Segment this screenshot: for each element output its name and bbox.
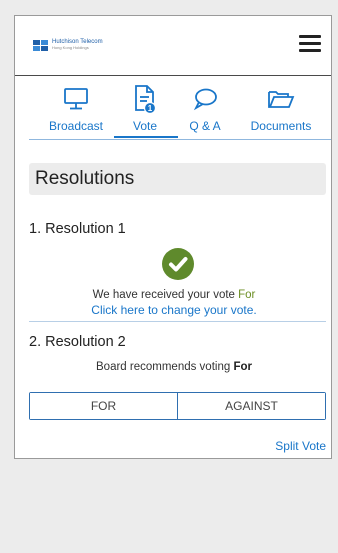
logo-line2: Hong Kong Holdings <box>52 45 89 50</box>
split-vote-link[interactable]: Split Vote <box>275 439 326 453</box>
resolution-1-title: 1. Resolution 1 <box>29 221 126 237</box>
vote-options: FOR AGAINST <box>29 392 326 420</box>
resolution-2-title: 2. Resolution 2 <box>29 334 126 350</box>
vote-for-button[interactable]: FOR <box>30 393 177 419</box>
document-icon: 1 <box>115 84 175 114</box>
chat-bubble-icon <box>175 84 235 114</box>
tab-qa[interactable]: Q & A <box>175 84 235 140</box>
section-title: Resolutions <box>29 163 326 195</box>
app-header: Hutchison Telecom Hong Kong Holdings <box>15 16 331 76</box>
board-recommendation: Board recommends voting For <box>96 361 252 373</box>
arrow-left-icon: ← <box>329 133 331 143</box>
change-vote-link[interactable]: Click here to change your vote. <box>15 303 331 317</box>
app-frame: Hutchison Telecom Hong Kong Holdings Bro… <box>14 15 332 459</box>
received-vote-value: For <box>238 289 256 301</box>
active-tab-indicator <box>114 136 178 138</box>
folder-icon <box>243 84 319 114</box>
recommended-vote-value: For <box>233 361 252 373</box>
tab-vote-label: Vote <box>132 119 158 133</box>
monitor-icon <box>41 84 111 114</box>
vote-received-message: We have received your vote For <box>92 289 256 301</box>
tab-documents[interactable]: Documents <box>243 84 319 140</box>
nav-divider <box>29 139 331 140</box>
company-logo: Hutchison Telecom Hong Kong Holdings <box>33 39 103 51</box>
vote-badge: 1 <box>148 104 153 113</box>
vote-against-button[interactable]: AGAINST <box>177 393 325 419</box>
tab-vote[interactable]: 1 Vote <box>115 84 175 140</box>
checkmark-icon <box>162 248 194 280</box>
hamburger-menu-icon[interactable] <box>299 35 321 53</box>
tab-documents-label: Documents <box>250 119 312 133</box>
logo-mark <box>33 39 48 51</box>
tab-broadcast[interactable]: Broadcast <box>41 84 111 140</box>
tab-broadcast-label: Broadcast <box>48 119 104 133</box>
resolution-divider <box>29 321 326 322</box>
tab-qa-label: Q & A <box>189 119 221 133</box>
nav-tabs: Broadcast 1 Vote Q & A Documents <box>15 84 331 140</box>
